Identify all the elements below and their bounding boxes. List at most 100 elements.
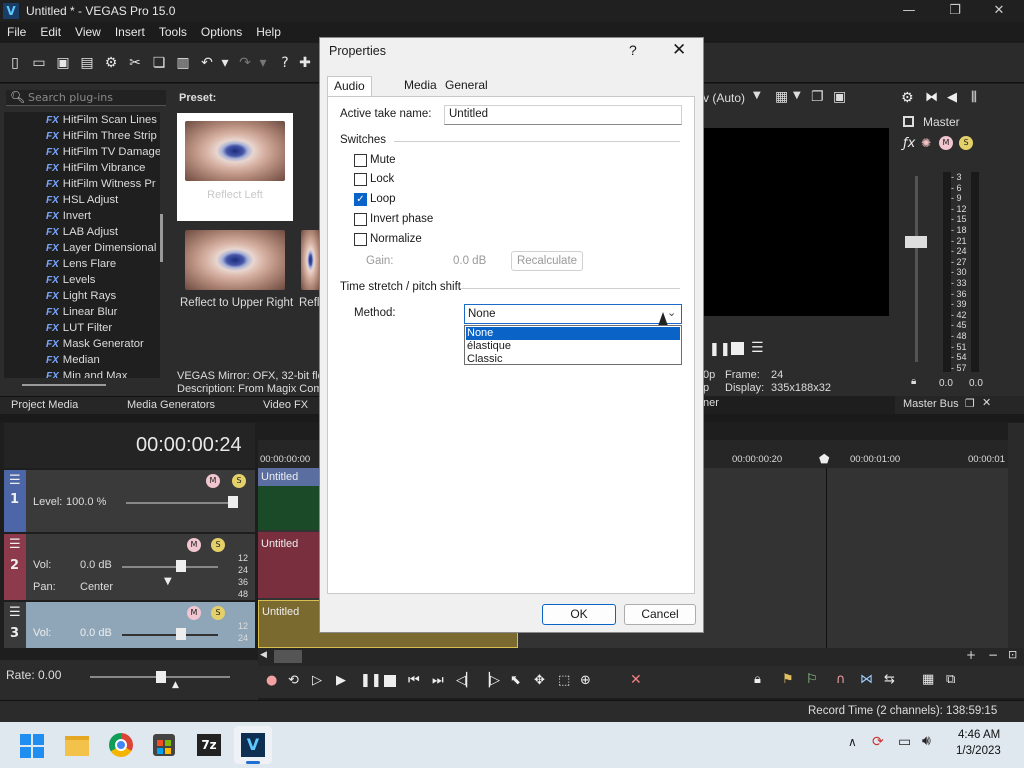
gear-icon[interactable]: ⚙ [901,90,914,106]
grid-dropdown-icon[interactable]: ▼ [793,90,801,101]
scroll-thumb[interactable] [274,650,302,663]
go-to-end-icon[interactable]: ⏭︎ [432,673,444,688]
mute-icon[interactable]: M [187,538,201,552]
list-item[interactable]: FX Layer Dimensional [46,240,156,256]
track-menu-icon[interactable]: ☰ [9,605,21,620]
clock-time[interactable]: 4:46 AM [958,729,1000,741]
speaker-icon[interactable]: ◀ [947,90,957,105]
ok-button[interactable]: OK [542,604,616,625]
method-option-classic[interactable]: Classic [466,353,680,366]
tab-media-generators[interactable]: Media Generators [127,399,215,411]
list-item[interactable]: FX HitFilm Vibrance [46,160,145,176]
mute-checkbox[interactable] [354,154,367,167]
new-file-icon[interactable]: ▯ [6,54,24,72]
save-as-icon[interactable]: ▤ [78,54,96,72]
active-take-field[interactable]: Untitled [444,105,682,125]
preset-image[interactable] [185,230,285,290]
list-item[interactable]: FX Linear Blur [46,304,117,320]
preset-thumbnail-selected[interactable]: Reflect Left [177,113,293,221]
auto-crossfade-icon[interactable]: ⋈ [860,672,873,687]
vegas-taskbar-button[interactable]: V [234,726,272,764]
list-item[interactable]: FX LUT Filter [46,320,112,336]
marker-icon[interactable]: ⚑ [782,672,794,687]
pause-icon[interactable]: ❚❚ [709,342,731,357]
tab-project-media[interactable]: Project Media [11,399,78,411]
menu-options[interactable]: Options [194,22,249,43]
master-fader-track[interactable] [915,176,918,362]
envelope-tool-icon[interactable]: ✥ [534,673,545,688]
pan-handle-icon[interactable]: ▼ [164,576,172,587]
tab-media[interactable]: Media [398,76,443,96]
playhead-marker-icon[interactable]: ⬟ [819,452,829,466]
stop-icon[interactable] [384,675,396,687]
menu-icon[interactable]: ☰ [751,340,764,356]
copy-icon[interactable]: ❏ [150,54,168,72]
volume-icon[interactable]: 🔊︎ [922,733,931,749]
level-slider-handle[interactable] [228,496,238,508]
play-from-start-icon[interactable]: ▷ [312,673,322,688]
method-dropdown-list[interactable]: None élastique Classic [464,325,682,365]
plugin-list[interactable]: FX HitFilm Scan Lines FX HitFilm Three Str… [4,112,160,378]
chevron-down-icon[interactable]: ⌄ [667,306,676,319]
vol-slider-handle[interactable] [176,628,186,640]
list-item[interactable]: FX Levels [46,272,95,288]
record-icon[interactable]: ● [266,673,277,688]
previous-frame-icon[interactable]: ◁▏ [456,673,476,688]
solo-icon[interactable]: S [959,136,973,150]
track-menu-icon[interactable]: ☰ [9,473,21,488]
microsoft-store-icon[interactable] [153,734,175,756]
method-option-none[interactable]: None [466,327,680,340]
menu-insert[interactable]: Insert [108,22,152,43]
lock-icon[interactable]: 🔒︎ [754,672,761,687]
list-item[interactable]: FX Median [46,352,100,368]
undo-dropdown-icon[interactable]: ▾ [216,54,234,72]
list-item[interactable]: FX HitFilm Witness Pr [46,176,156,192]
undo-icon[interactable]: ↶ [198,54,216,72]
invert-phase-checkbox[interactable] [354,213,367,226]
timeline-hscrollbar[interactable]: ◀ + − ⊡ [258,648,1024,666]
list-item[interactable]: FX HitFilm Scan Lines [46,112,157,128]
open-folder-icon[interactable]: ▭ [30,54,48,72]
plugin-search[interactable]: 🔍︎ Search plug-ins [6,90,166,106]
update-icon[interactable]: ⟳ [872,734,884,750]
snapping-icon[interactable]: ∩ [836,672,846,687]
copy-snapshot-icon[interactable]: ❐ [811,89,824,105]
timeline-vscrollbar[interactable] [1008,423,1024,648]
insert-fx-icon[interactable]: ✺ [921,136,931,150]
track-header-1[interactable]: ☰ 1 M S Level: 100.0 % [4,470,255,532]
normalize-checkbox[interactable] [354,233,367,246]
ignore-grouping-icon[interactable]: ⧉ [946,672,955,687]
next-frame-icon[interactable]: ▕▷ [480,673,500,688]
list-item[interactable]: FX Min and Max [46,368,127,378]
file-explorer-icon[interactable] [65,736,89,756]
7zip-icon[interactable]: 7z [197,734,221,756]
zoom-out-icon[interactable]: − [988,648,998,662]
vol-slider-handle[interactable] [176,560,186,572]
loop-checkbox[interactable]: ✓ [354,193,367,206]
master-bus-tab[interactable]: Master Bus ❐ ✕ [895,396,1024,414]
method-select[interactable]: None ⌄ [464,304,682,324]
downmix-icon[interactable]: ⧓ [925,90,938,105]
cancel-button[interactable]: Cancel [624,604,696,625]
video-clip[interactable]: Untitled [258,468,320,530]
zoom-tool-icon[interactable]: ⊕ [580,673,591,688]
audio-clip[interactable]: Untitled [258,532,320,598]
track-header-2[interactable]: ☰ 2 M S Vol: 0.0 dB Pan: Center ▼ 12 24 36… [4,534,255,600]
redo-dropdown-icon[interactable]: ▾ [254,54,272,72]
list-item[interactable]: FX Invert [46,208,91,224]
go-to-start-icon[interactable]: ⏮︎ [408,673,420,688]
zoom-in-icon[interactable]: + [966,648,976,662]
mute-icon[interactable]: M [939,136,953,150]
normal-edit-tool-icon[interactable]: ⬉ [510,673,521,688]
close-icon[interactable]: ✕ [672,40,686,60]
menu-edit[interactable]: Edit [33,22,68,43]
preview-quality[interactable]: v (Auto) [703,91,745,105]
zoom-fit-icon[interactable]: ⊡ [1008,648,1017,661]
plugin-list-scrollbar[interactable] [160,214,163,262]
list-item[interactable]: FX LAB Adjust [46,224,118,240]
master-checkbox[interactable] [903,116,914,127]
mixer-icon[interactable]: ⫼ [971,90,977,105]
restore-icon[interactable]: ❐ [932,0,978,22]
lock-checkbox[interactable] [354,173,367,186]
minimize-icon[interactable]: — [886,0,932,22]
